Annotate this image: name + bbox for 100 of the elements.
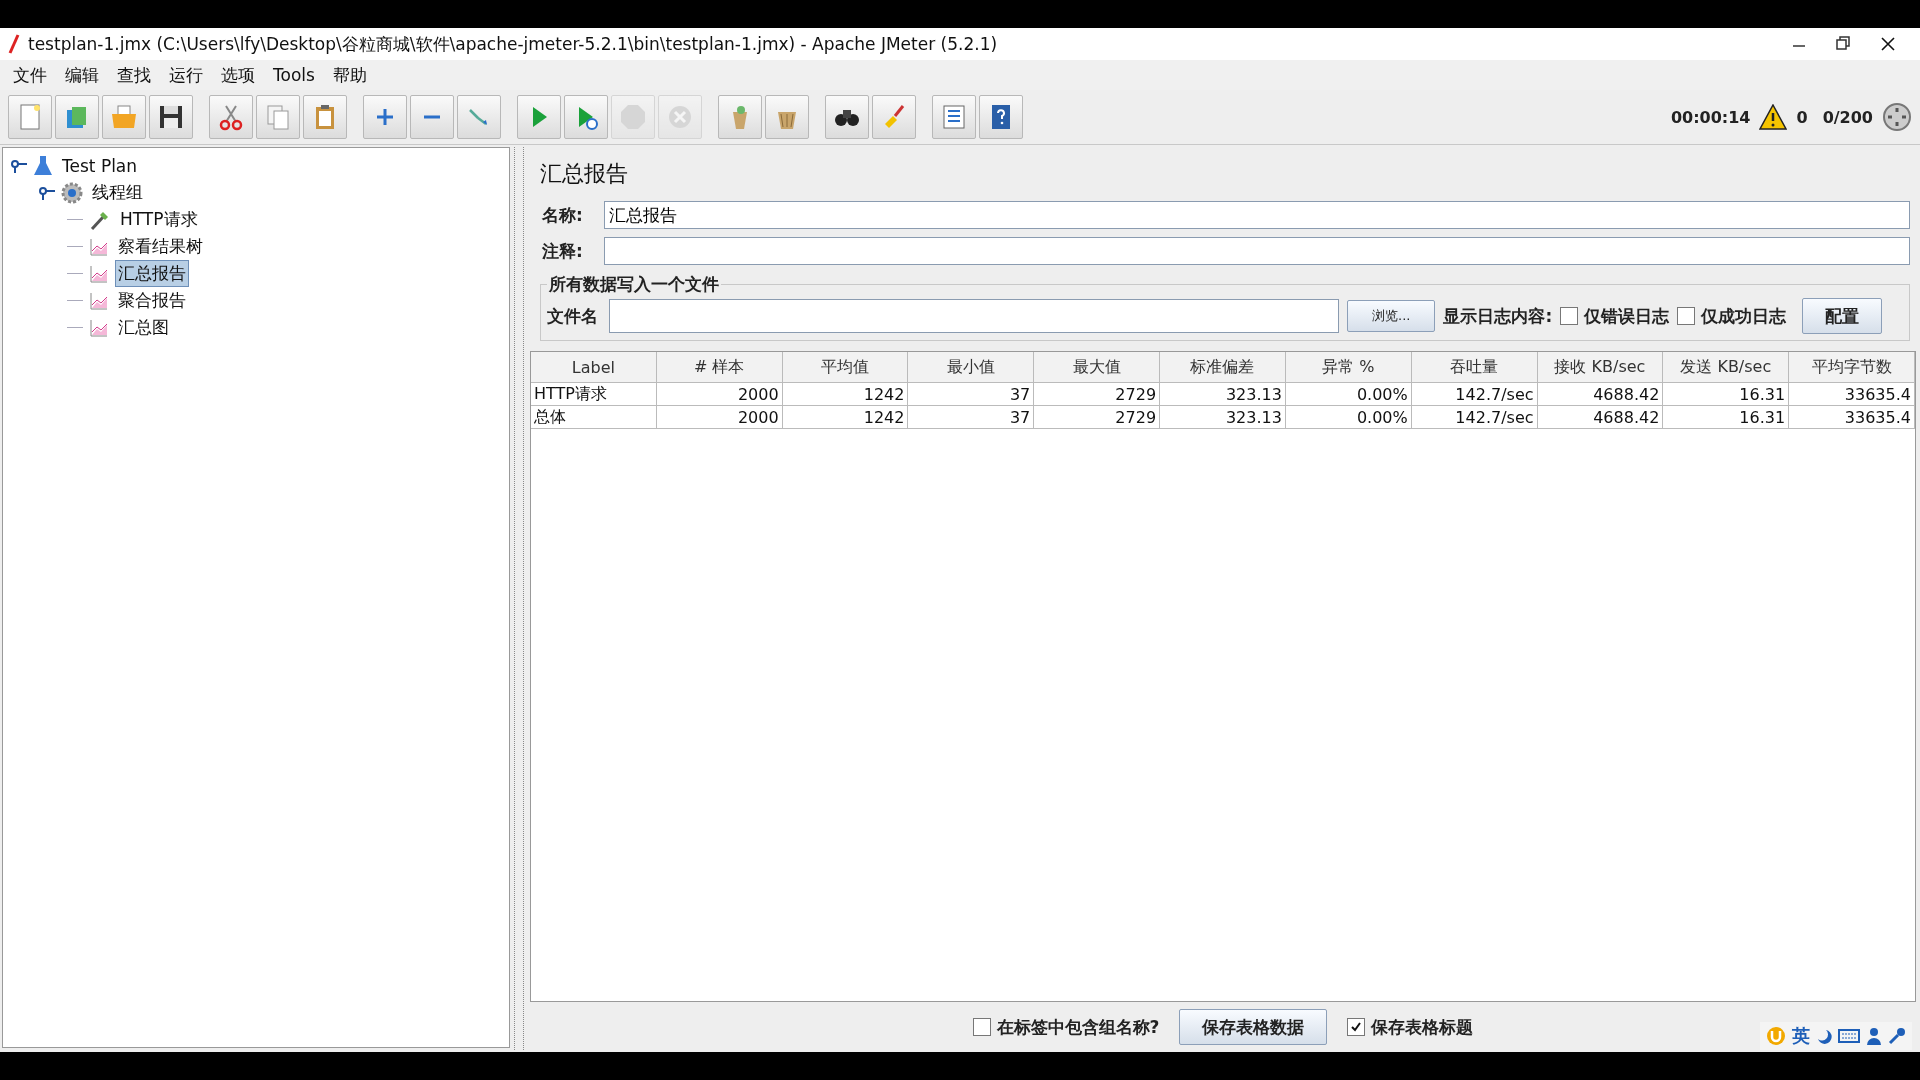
expand-button[interactable] xyxy=(363,95,407,139)
column-header[interactable]: # 样本 xyxy=(656,352,783,383)
field-label: 注释: xyxy=(542,239,584,263)
graph-icon xyxy=(89,290,109,311)
tree-item[interactable]: HTTP请求 xyxy=(117,206,201,233)
menu-item[interactable]: 运行 xyxy=(162,63,210,87)
table-cell: HTTP请求 xyxy=(531,383,657,406)
cut-button[interactable] xyxy=(209,95,253,139)
tree-item[interactable]: 聚合报告 xyxy=(115,287,189,314)
thread-count: 0/200 xyxy=(1822,107,1873,127)
column-header[interactable]: Label xyxy=(531,352,657,383)
checkmark-icon xyxy=(1350,1021,1363,1033)
column-header[interactable]: 接收 KB/sec xyxy=(1537,352,1664,383)
tree-item[interactable]: Test Plan xyxy=(59,153,141,178)
checkbox[interactable] xyxy=(972,1018,991,1036)
clear-all-button[interactable] xyxy=(765,95,809,139)
column-header[interactable]: 平均字节数 xyxy=(1789,352,1915,383)
table-cell: 2729 xyxy=(1034,383,1161,406)
table-cell: 142.7/sec xyxy=(1411,406,1538,429)
column-header[interactable]: 最小值 xyxy=(908,352,1035,383)
menu-item[interactable]: 选项 xyxy=(214,63,262,87)
save-table-button[interactable]: 保存表格数据 xyxy=(1179,1009,1328,1045)
filename-field[interactable] xyxy=(609,299,1339,333)
table-cell: 总体 xyxy=(531,406,657,429)
column-header[interactable]: 最大值 xyxy=(1034,352,1161,383)
remote-status-icon xyxy=(1882,102,1912,132)
table-cell: 4688.42 xyxy=(1537,383,1664,406)
table-cell: 4688.42 xyxy=(1537,406,1664,429)
tree-item[interactable]: 察看结果树 xyxy=(115,233,206,260)
name-field[interactable]: 汇总报告 xyxy=(604,201,1910,229)
table-cell: 16.31 xyxy=(1663,406,1790,429)
close-icon[interactable] xyxy=(1880,36,1896,52)
clear-button[interactable] xyxy=(718,95,762,139)
configure-button[interactable]: 配置 xyxy=(1802,298,1883,334)
warning-icon[interactable] xyxy=(1759,104,1788,130)
field-label: 文件名 xyxy=(547,304,599,328)
browse-button[interactable]: 浏览... xyxy=(1347,300,1436,332)
split-pane-divider[interactable] xyxy=(514,147,524,1050)
elapsed-time: 00:00:14 xyxy=(1670,107,1751,127)
checkbox[interactable] xyxy=(1347,1018,1366,1036)
start-button[interactable] xyxy=(517,95,561,139)
column-header[interactable]: 异常 % xyxy=(1285,352,1412,383)
menu-item[interactable]: 帮助 xyxy=(325,63,374,87)
menu-item[interactable]: 查找 xyxy=(110,63,158,87)
panel-title: 汇总报告 xyxy=(539,160,629,188)
window-title: testplan-1.jmx (C:\Users\lfy\Desktop\谷粒商城\软件\apache-jmeter-5.2.1\bin\testplan-1.jmx) - Apache JMeter (5.2.1) xyxy=(28,32,999,56)
table-cell: 16.31 xyxy=(1663,383,1790,406)
field-label: 显示日志内容: xyxy=(1443,304,1553,328)
tree-item[interactable]: 汇总图 xyxy=(115,314,172,341)
tree-item[interactable]: 汇总报告 xyxy=(115,260,189,287)
field-label: 名称: xyxy=(542,203,584,227)
group-title: 所有数据写入一个文件 xyxy=(548,273,720,296)
column-header[interactable]: 标准偏差 xyxy=(1160,352,1286,383)
toggle-button[interactable] xyxy=(457,95,501,139)
table-cell: 2000 xyxy=(656,406,783,429)
table-cell: 323.13 xyxy=(1160,383,1286,406)
keyboard-icon[interactable] xyxy=(1838,1028,1860,1044)
column-header[interactable]: 发送 KB/sec xyxy=(1663,352,1790,383)
expanded-handle-icon[interactable] xyxy=(11,158,27,173)
warning-count: 0 xyxy=(1796,107,1808,127)
expanded-handle-icon[interactable] xyxy=(39,185,55,200)
column-header[interactable]: 吞吐量 xyxy=(1411,352,1538,383)
function-helper-button[interactable] xyxy=(932,95,976,139)
moon-icon[interactable] xyxy=(1816,1028,1832,1044)
user-icon[interactable] xyxy=(1866,1027,1882,1045)
table-cell: 37 xyxy=(908,406,1035,429)
menu-item[interactable]: 编辑 xyxy=(58,63,106,87)
restore-icon[interactable] xyxy=(1836,36,1850,50)
save-button[interactable] xyxy=(149,95,193,139)
wrench-icon[interactable] xyxy=(1888,1027,1906,1045)
gear-icon xyxy=(61,181,83,204)
tree-item[interactable]: 线程组 xyxy=(89,179,146,206)
checkbox-label[interactable]: 在标签中包含组名称? xyxy=(996,1015,1160,1039)
minus-icon xyxy=(423,115,441,119)
table-cell: 0.00% xyxy=(1285,383,1412,406)
paste-button[interactable] xyxy=(303,95,347,139)
search-button[interactable] xyxy=(825,95,869,139)
comment-field[interactable] xyxy=(604,237,1910,265)
table-cell: 142.7/sec xyxy=(1411,383,1538,406)
help-button[interactable] xyxy=(979,95,1023,139)
checkbox[interactable] xyxy=(1560,307,1579,325)
ime-logo-icon xyxy=(1766,1026,1786,1046)
templates-button[interactable] xyxy=(55,95,99,139)
checkbox-label[interactable]: 保存表格标题 xyxy=(1371,1015,1474,1039)
table-cell: 2000 xyxy=(656,383,783,406)
table-cell: 323.13 xyxy=(1160,406,1286,429)
column-header[interactable]: 平均值 xyxy=(782,352,909,383)
graph-icon xyxy=(89,263,109,284)
checkbox[interactable] xyxy=(1677,307,1696,325)
table-cell: 0.00% xyxy=(1285,406,1412,429)
menu-item[interactable]: 文件 xyxy=(6,63,54,87)
menu-item[interactable]: Tools xyxy=(266,65,322,85)
ime-mode[interactable]: 英 xyxy=(1792,1024,1810,1048)
flask-icon xyxy=(33,154,53,177)
table-cell: 33635.4 xyxy=(1789,406,1915,429)
table-cell: 33635.4 xyxy=(1789,383,1915,406)
table-cell: 1242 xyxy=(782,383,909,406)
start-no-pause-button[interactable] xyxy=(564,95,608,139)
checkbox-label[interactable]: 仅错误日志 xyxy=(1584,304,1670,328)
checkbox-label[interactable]: 仅成功日志 xyxy=(1701,304,1787,328)
